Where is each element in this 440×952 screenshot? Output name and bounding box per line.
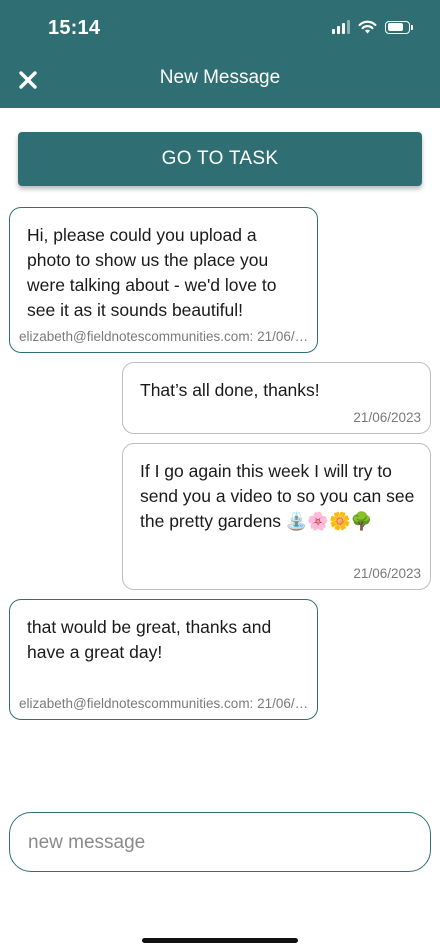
go-to-task-button[interactable]: GO TO TASK [18,132,422,186]
message-meta: 21/06/2023 [353,566,421,581]
message-text: Hi, please could you upload a photo to s… [27,225,277,320]
message-meta: elizabeth@fieldnotescommunities.com: 21/… [19,696,309,711]
app-header: 15:14 New Message [0,0,440,108]
battery-icon [385,20,413,34]
wifi-icon [358,20,377,34]
battery-level [387,23,403,31]
home-indicator[interactable] [142,938,298,943]
message-text: That’s all done, thanks! [140,380,320,400]
cellular-signal-icon [332,20,350,34]
message-text-block: If I go again this week I will try to se… [140,459,422,535]
status-time: 15:14 [48,17,101,39]
message-emoji: ⛲🌸🌼🌳 [285,512,373,532]
message-text: If I go again this week I will try to se… [140,461,415,531]
message-meta: elizabeth@fieldnotescommunities.com: 21/… [19,329,309,344]
message-bubble-incoming: Hi, please could you upload a photo to s… [9,207,318,353]
status-icons [332,20,413,34]
message-meta: 21/06/2023 [353,410,421,425]
new-message-input[interactable] [26,813,410,872]
message-bubble-outgoing: That’s all done, thanks! 21/06/2023 [122,362,431,434]
message-text: that would be great, thanks and have a g… [27,617,272,662]
message-bubble-incoming: that would be great, thanks and have a g… [9,599,318,720]
message-composer [9,812,431,872]
message-bubble-outgoing: If I go again this week I will try to se… [122,443,431,590]
page-title: New Message [159,67,281,88]
